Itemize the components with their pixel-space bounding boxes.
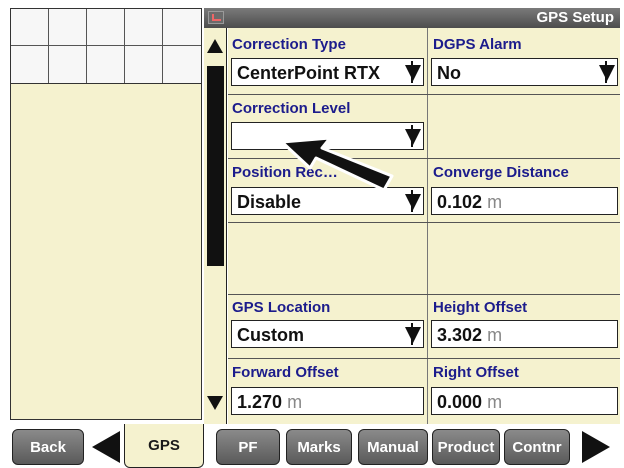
converge-distance-number: 0.102 xyxy=(437,192,483,212)
row-divider xyxy=(228,358,620,359)
shortcut-slot[interactable] xyxy=(163,46,201,83)
shortcut-slot[interactable] xyxy=(11,46,49,83)
scroll-thumb[interactable] xyxy=(207,66,224,266)
height-offset-label: Height Offset xyxy=(433,299,528,316)
correction-type-value: CenterPoint RTX xyxy=(237,63,381,83)
forward-offset-unit: m xyxy=(287,392,303,412)
right-offset-label: Right Offset xyxy=(433,364,519,381)
shortcut-slot[interactable] xyxy=(49,9,87,46)
gps-location-label: GPS Location xyxy=(232,299,331,316)
tab-gps[interactable]: GPS xyxy=(124,424,204,468)
dropdown-arrow-icon xyxy=(405,125,421,147)
correction-level-dropdown[interactable] xyxy=(231,122,424,150)
converge-distance-input[interactable]: 0.102 m xyxy=(431,187,618,215)
position-recall-label: Position Rec… xyxy=(232,164,338,181)
shortcut-slot[interactable] xyxy=(163,9,201,46)
gps-location-dropdown[interactable]: Custom xyxy=(231,320,424,348)
pf-button[interactable]: PF xyxy=(216,429,280,465)
window-title: GPS Setup xyxy=(536,9,614,26)
right-offset-input[interactable]: 0.000 m xyxy=(431,387,618,415)
position-recall-dropdown[interactable]: Disable xyxy=(231,187,424,215)
forward-offset-label: Forward Offset xyxy=(232,364,339,381)
left-panel xyxy=(10,84,202,420)
row-divider xyxy=(228,94,620,95)
row-divider xyxy=(228,158,620,159)
correction-type-dropdown[interactable]: CenterPoint RTX xyxy=(231,58,424,86)
column-divider xyxy=(427,28,428,424)
title-bar: GPS Setup xyxy=(204,8,620,28)
row-divider xyxy=(228,294,620,295)
forward-offset-value: 1.270 m xyxy=(237,392,302,412)
height-offset-unit: m xyxy=(487,325,503,345)
shortcut-grid xyxy=(10,8,202,84)
converge-distance-label: Converge Distance xyxy=(433,164,569,181)
right-offset-value: 0.000 m xyxy=(437,392,502,412)
manual-button[interactable]: Manual xyxy=(358,429,428,465)
dgps-alarm-label: DGPS Alarm xyxy=(433,36,522,53)
shortcut-slot[interactable] xyxy=(87,46,125,83)
dropdown-arrow-icon xyxy=(405,323,421,345)
height-offset-number: 3.302 xyxy=(437,325,483,345)
scroll-down-arrow-icon[interactable] xyxy=(204,390,227,420)
dgps-alarm-value: No xyxy=(437,63,461,83)
shortcut-slot[interactable] xyxy=(125,46,163,83)
dropdown-arrow-icon xyxy=(405,61,421,83)
shortcut-slot[interactable] xyxy=(49,46,87,83)
forward-offset-input[interactable]: 1.270 m xyxy=(231,387,424,415)
right-offset-number: 0.000 xyxy=(437,392,483,412)
right-arrow-icon[interactable] xyxy=(580,429,612,465)
gps-location-value: Custom xyxy=(237,325,304,345)
back-button[interactable]: Back xyxy=(12,429,84,465)
converge-distance-value: 0.102 m xyxy=(437,192,502,212)
window-icon[interactable] xyxy=(208,11,224,24)
dgps-alarm-dropdown[interactable]: No xyxy=(431,58,618,86)
product-button[interactable]: Product xyxy=(432,429,500,465)
correction-type-label: Correction Type xyxy=(232,36,346,53)
right-offset-unit: m xyxy=(487,392,503,412)
scroll-up-arrow-icon[interactable] xyxy=(204,30,227,60)
marks-button[interactable]: Marks xyxy=(286,429,352,465)
correction-level-label: Correction Level xyxy=(232,100,351,117)
shortcut-slot[interactable] xyxy=(87,9,125,46)
height-offset-value: 3.302 m xyxy=(437,325,502,345)
converge-distance-unit: m xyxy=(487,192,503,212)
row-divider xyxy=(228,222,620,223)
forward-offset-number: 1.270 xyxy=(237,392,283,412)
dropdown-arrow-icon xyxy=(405,190,421,212)
dropdown-arrow-icon xyxy=(599,61,615,83)
left-arrow-icon[interactable] xyxy=(90,429,122,465)
shortcut-slot[interactable] xyxy=(11,9,49,46)
position-recall-value: Disable xyxy=(237,192,302,212)
shortcut-slot[interactable] xyxy=(125,9,163,46)
height-offset-input[interactable]: 3.302 m xyxy=(431,320,618,348)
contnr-button[interactable]: Contnr xyxy=(504,429,570,465)
